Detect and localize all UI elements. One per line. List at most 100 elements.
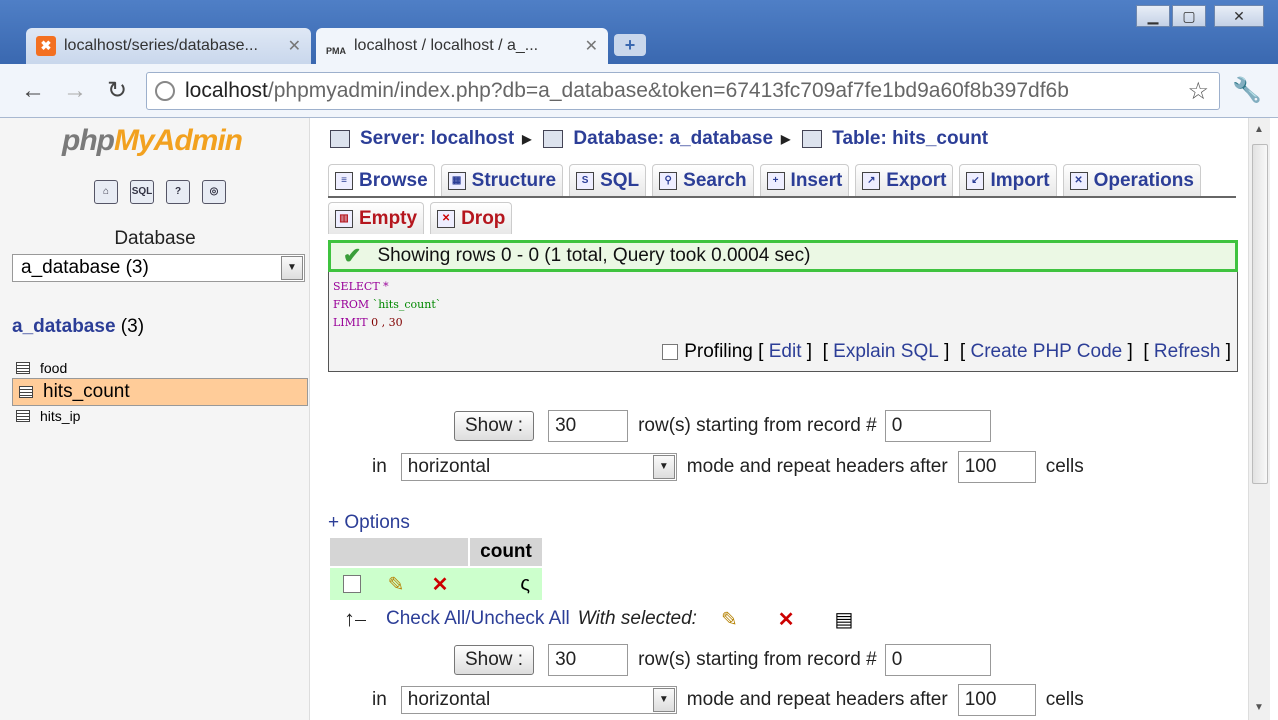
sql-query-box: SELECT * FROM `hits_count` LIMIT 0 , 30 … bbox=[328, 272, 1238, 372]
profiling-checkbox[interactable] bbox=[662, 344, 679, 360]
uncheck-all-link[interactable]: Uncheck All bbox=[471, 608, 570, 630]
home-icon[interactable]: ⌂ bbox=[94, 180, 118, 204]
refresh-link[interactable]: Refresh bbox=[1154, 341, 1221, 363]
tab-browse[interactable]: ≡ Browse bbox=[328, 164, 435, 196]
export-icon: ↗ bbox=[862, 171, 881, 190]
row-select-cell bbox=[330, 568, 374, 600]
operations-icon: ✕ bbox=[1069, 171, 1088, 190]
header-blank bbox=[330, 538, 468, 566]
close-tab-icon[interactable]: ✕ bbox=[585, 36, 598, 56]
row-checkbox[interactable] bbox=[343, 575, 361, 593]
reload-icon[interactable]: ↻ bbox=[102, 76, 132, 106]
breadcrumb-server[interactable]: Server: localhost bbox=[360, 128, 514, 150]
display-mode-select[interactable]: horizontal ▼ bbox=[400, 453, 677, 481]
empty-icon: ▥ bbox=[335, 209, 353, 228]
export-selected-icon[interactable]: ▤ bbox=[834, 607, 853, 632]
scrollbar-thumb[interactable] bbox=[1252, 144, 1268, 484]
tab-export[interactable]: ↗ Export bbox=[855, 164, 954, 196]
start-record-input[interactable]: 0 bbox=[884, 410, 991, 442]
scroll-up-icon[interactable]: ▲ bbox=[1254, 124, 1264, 135]
page-info-icon[interactable] bbox=[155, 81, 175, 101]
vertical-scrollbar[interactable]: ▲ ▼ bbox=[1248, 118, 1270, 720]
table-icon[interactable] bbox=[16, 362, 30, 374]
sql-docs-icon[interactable]: ◎ bbox=[202, 180, 226, 204]
table-item-hits-ip[interactable]: hits_ip bbox=[12, 406, 308, 426]
database-select[interactable]: a_database (3) ▼ bbox=[12, 254, 305, 282]
options-toggle[interactable]: + Options bbox=[328, 512, 410, 534]
browser-toolbar: ← → ↻ localhost /phpmyadmin/index.php?db… bbox=[0, 64, 1278, 118]
chevron-down-icon[interactable]: ▼ bbox=[281, 256, 303, 280]
tab-operations[interactable]: ✕ Operations bbox=[1062, 164, 1201, 196]
tab-drop[interactable]: ✕ Drop bbox=[430, 202, 513, 234]
edit-row-icon[interactable]: ✎ bbox=[374, 568, 418, 600]
tab-import[interactable]: ↙ Import bbox=[959, 164, 1057, 196]
breadcrumb-database[interactable]: Database: a_database bbox=[573, 128, 773, 150]
rows-input[interactable]: 30 bbox=[548, 410, 629, 442]
phpmyadmin-logo[interactable]: phpMyAdmin bbox=[62, 124, 243, 158]
delete-selected-icon[interactable]: ✕ bbox=[778, 607, 795, 632]
tab-insert[interactable]: + Insert bbox=[759, 164, 850, 196]
sql-query-text: SELECT * FROM `hits_count` LIMIT 0 , 30 bbox=[333, 280, 442, 329]
display-mode-select-bottom[interactable]: horizontal ▼ bbox=[400, 686, 677, 714]
bookmark-star-icon[interactable]: ☆ bbox=[1187, 77, 1209, 106]
browser-tab-series[interactable]: ✖ localhost/series/database... ✕ bbox=[26, 28, 311, 64]
quick-icons: ⌂ SQL ? ◎ bbox=[94, 180, 226, 204]
new-tab-button[interactable]: + bbox=[614, 34, 646, 56]
close-tab-icon[interactable]: ✕ bbox=[288, 36, 301, 56]
scroll-down-icon[interactable]: ▼ bbox=[1254, 702, 1264, 713]
tab-structure[interactable]: ▦ Structure bbox=[440, 164, 564, 196]
maximize-button[interactable]: ▢ bbox=[1172, 5, 1206, 27]
main-tabs: ≡ Browse ▦ Structure S SQL ⚲ Search + Insert … bbox=[328, 164, 1236, 198]
sql-icon: S bbox=[576, 171, 595, 190]
repeat-headers-input-bottom[interactable]: 100 bbox=[957, 684, 1036, 716]
start-record-input-bottom[interactable]: 0 bbox=[884, 644, 991, 676]
edit-selected-icon[interactable]: ✎ bbox=[721, 607, 738, 632]
database-icon bbox=[543, 130, 564, 148]
search-icon: ⚲ bbox=[659, 171, 678, 190]
browser-tab-phpmyadmin[interactable]: PMA localhost / localhost / a_... ✕ bbox=[316, 28, 608, 64]
wrench-icon[interactable]: 🔧 bbox=[1232, 76, 1262, 105]
tab-empty[interactable]: ▥ Empty bbox=[328, 202, 425, 234]
browse-icon: ≡ bbox=[335, 171, 353, 190]
explain-sql-link[interactable]: Explain SQL bbox=[833, 341, 939, 363]
edit-link[interactable]: Edit bbox=[769, 341, 802, 363]
table-item-hits-count[interactable]: hits_count bbox=[12, 378, 308, 406]
check-all-link[interactable]: Check All bbox=[386, 608, 465, 630]
column-header-count[interactable]: count bbox=[470, 538, 542, 566]
breadcrumb: Server: localhost ▶ Database: a_database… bbox=[330, 128, 988, 150]
chevron-down-icon[interactable]: ▼ bbox=[652, 688, 675, 712]
rows-input-bottom[interactable]: 30 bbox=[548, 644, 629, 676]
table-icon bbox=[802, 130, 823, 148]
table-icon[interactable] bbox=[19, 386, 33, 398]
display-mode-bottom: in horizontal ▼ mode and repeat headers a… bbox=[372, 684, 1084, 716]
forward-icon[interactable]: → bbox=[60, 76, 90, 106]
create-php-code-link[interactable]: Create PHP Code bbox=[970, 341, 1122, 363]
table-icon[interactable] bbox=[16, 410, 30, 422]
delete-row-icon[interactable]: ✕ bbox=[418, 568, 462, 600]
tab-title: localhost / localhost / a_... bbox=[354, 37, 539, 54]
breadcrumb-table[interactable]: Table: hits_count bbox=[832, 128, 988, 150]
tab-search[interactable]: ⚲ Search bbox=[652, 164, 754, 196]
show-button-bottom[interactable]: Show : bbox=[454, 645, 535, 675]
chevron-down-icon[interactable]: ▼ bbox=[652, 455, 675, 479]
breadcrumb-arrow-icon: ▶ bbox=[781, 132, 791, 146]
results-table: count ✎ ✕ ς bbox=[330, 538, 542, 600]
back-icon[interactable]: ← bbox=[18, 76, 48, 106]
show-button[interactable]: Show : bbox=[454, 411, 535, 441]
close-window-button[interactable]: ✕ bbox=[1214, 5, 1264, 27]
url-path: /phpmyadmin/index.php?db=a_database&toke… bbox=[267, 79, 1069, 102]
import-icon: ↙ bbox=[966, 171, 985, 190]
minimize-button[interactable]: ▁ bbox=[1136, 5, 1170, 27]
nav-controls-bottom: Show : 30 row(s) starting from record # … bbox=[454, 644, 991, 676]
table-item-food[interactable]: food bbox=[12, 358, 308, 378]
arrow-up-icon: ↑⎯ bbox=[344, 606, 367, 631]
repeat-headers-input[interactable]: 100 bbox=[957, 451, 1036, 483]
structure-icon: ▦ bbox=[447, 171, 466, 190]
address-bar[interactable]: localhost /phpmyadmin/index.php?db=a_dat… bbox=[146, 72, 1220, 110]
database-heading[interactable]: a_database (3) bbox=[12, 316, 144, 338]
browser-titlebar: ✖ localhost/series/database... ✕ PMA loc… bbox=[0, 0, 1278, 64]
database-label: Database bbox=[114, 228, 196, 249]
sql-query-icon[interactable]: SQL bbox=[130, 180, 154, 204]
tab-sql[interactable]: S SQL bbox=[569, 164, 647, 196]
help-icon[interactable]: ? bbox=[166, 180, 190, 204]
